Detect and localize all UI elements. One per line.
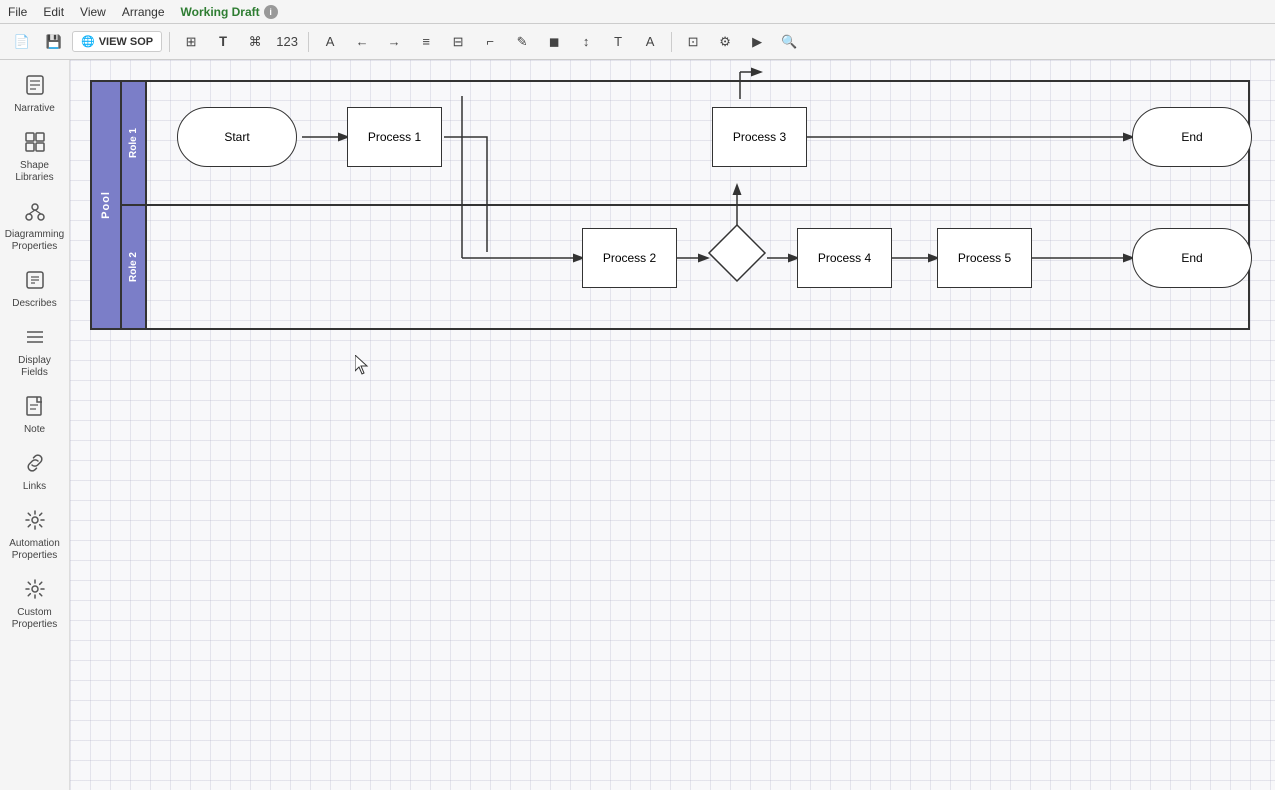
play-btn[interactable]: ▶ (743, 28, 771, 56)
layout-btn[interactable]: ⊟ (444, 28, 472, 56)
custom-properties-icon (24, 578, 46, 605)
align-btn[interactable]: ≡ (412, 28, 440, 56)
sidebar: Narrative Shape Libraries Diagramming Pr… (0, 60, 70, 790)
process4-label: Process 4 (818, 251, 871, 265)
process1-label: Process 1 (368, 130, 421, 144)
describes-label: Describes (12, 298, 56, 310)
custom-properties-label: Custom Properties (7, 607, 63, 631)
lane2-arrows (147, 206, 1248, 328)
narrative-icon (24, 74, 46, 101)
main-area: Narrative Shape Libraries Diagramming Pr… (0, 60, 1275, 790)
end1-shape[interactable]: End (1132, 107, 1252, 167)
lane1-label: Role 1 (128, 128, 139, 158)
shape-libraries-icon (24, 131, 46, 158)
cursor-indicator (355, 355, 371, 371)
new-file-btn[interactable]: 📄 (8, 28, 36, 56)
diagramming-properties-icon (24, 200, 46, 227)
lane1-content[interactable]: Start Process 1 Process 3 End (147, 82, 1248, 204)
view-sop-label: VIEW SOP (99, 36, 153, 48)
working-draft-badge: Working Draft i (181, 5, 278, 19)
process5-label: Process 5 (958, 251, 1011, 265)
text-btn[interactable]: 𝐓 (209, 28, 237, 56)
process5-shape[interactable]: Process 5 (937, 228, 1032, 288)
separator-2 (308, 32, 309, 52)
fill-color-btn[interactable]: A (316, 28, 344, 56)
diagramming-properties-label: Diagramming Properties (5, 229, 64, 253)
connect-btn[interactable]: ⌘ (241, 28, 269, 56)
shape-libraries-label: Shape Libraries (7, 160, 63, 184)
view-sop-button[interactable]: 🌐 VIEW SOP (72, 31, 162, 52)
pool-label: Pool (100, 191, 112, 219)
settings-btn[interactable]: ⚙ (711, 28, 739, 56)
extra1-btn[interactable]: ⊡ (679, 28, 707, 56)
links-label: Links (23, 481, 46, 493)
text-size-btn[interactable]: T (604, 28, 632, 56)
process4-shape[interactable]: Process 4 (797, 228, 892, 288)
number-btn[interactable]: 123 (273, 28, 301, 56)
automation-properties-label: Automation Properties (7, 538, 63, 562)
sidebar-item-automation-properties[interactable]: Automation Properties (3, 503, 67, 568)
end1-label: End (1181, 130, 1202, 144)
display-fields-label: Display Fields (7, 355, 63, 379)
end2-shape[interactable]: End (1132, 228, 1252, 288)
working-draft-label: Working Draft (181, 5, 260, 19)
sidebar-item-display-fields[interactable]: Display Fields (3, 320, 67, 385)
font-btn[interactable]: A (636, 28, 664, 56)
separator-3 (671, 32, 672, 52)
canvas[interactable]: Pool Role 1 (70, 60, 1275, 790)
narrative-label: Narrative (14, 103, 55, 115)
menu-arrange[interactable]: Arrange (122, 5, 165, 19)
menu-view[interactable]: View (80, 5, 106, 19)
save-btn[interactable]: 💾 (40, 28, 68, 56)
end2-label: End (1181, 251, 1202, 265)
lanes-column: Role 1 (122, 82, 1248, 328)
sidebar-item-custom-properties[interactable]: Custom Properties (3, 572, 67, 637)
process2-label: Process 2 (603, 251, 656, 265)
shape-fill-btn[interactable]: ◼ (540, 28, 568, 56)
menubar: File Edit View Arrange Working Draft i (0, 0, 1275, 24)
lane1-label-col: Role 1 (122, 82, 147, 204)
toolbar: 📄 💾 🌐 VIEW SOP ⊞ 𝐓 ⌘ 123 A ← → ≡ ⊟ ⌐ ✎ ◼… (0, 24, 1275, 60)
separator-1 (169, 32, 170, 52)
process3-shape[interactable]: Process 3 (712, 107, 807, 167)
sidebar-item-shape-libraries[interactable]: Shape Libraries (3, 125, 67, 190)
sidebar-item-narrative[interactable]: Narrative (3, 68, 67, 121)
search-btn[interactable]: 🔍 (775, 28, 803, 56)
sidebar-item-diagramming-properties[interactable]: Diagramming Properties (3, 194, 67, 259)
arrow-left-btn[interactable]: ← (348, 28, 376, 56)
draw-btn[interactable]: ✎ (508, 28, 536, 56)
note-icon (24, 395, 46, 422)
grid-btn[interactable]: ⊞ (177, 28, 205, 56)
swimlane-diagram[interactable]: Pool Role 1 (90, 80, 1250, 330)
note-label: Note (24, 424, 45, 436)
sidebar-item-note[interactable]: Note (3, 389, 67, 442)
menu-file[interactable]: File (8, 5, 27, 19)
connector-btn[interactable]: ⌐ (476, 28, 504, 56)
lane-role1[interactable]: Role 1 (122, 82, 1248, 206)
lane2-label-col: Role 2 (122, 206, 147, 328)
lane-role2[interactable]: Role 2 (122, 206, 1248, 328)
lane2-label: Role 2 (128, 252, 139, 282)
sidebar-item-describes[interactable]: Describes (3, 263, 67, 316)
links-icon (24, 452, 46, 479)
lane1-arrows (147, 82, 1248, 204)
arrow-right-btn[interactable]: → (380, 28, 408, 56)
pool-label-column: Pool (92, 82, 122, 328)
distribute-btn[interactable]: ↕ (572, 28, 600, 56)
diamond-shape[interactable] (707, 223, 767, 283)
process1-shape[interactable]: Process 1 (347, 107, 442, 167)
process2-shape[interactable]: Process 2 (582, 228, 677, 288)
start-label: Start (224, 130, 249, 144)
display-fields-icon (24, 326, 46, 353)
info-icon[interactable]: i (264, 5, 278, 19)
sidebar-item-links[interactable]: Links (3, 446, 67, 499)
lane2-content[interactable]: Process 2 Process 4 (147, 206, 1248, 328)
menu-edit[interactable]: Edit (43, 5, 64, 19)
describes-icon (24, 269, 46, 296)
start-shape[interactable]: Start (177, 107, 297, 167)
globe-icon: 🌐 (81, 35, 95, 48)
process3-label: Process 3 (733, 130, 786, 144)
automation-properties-icon (24, 509, 46, 536)
